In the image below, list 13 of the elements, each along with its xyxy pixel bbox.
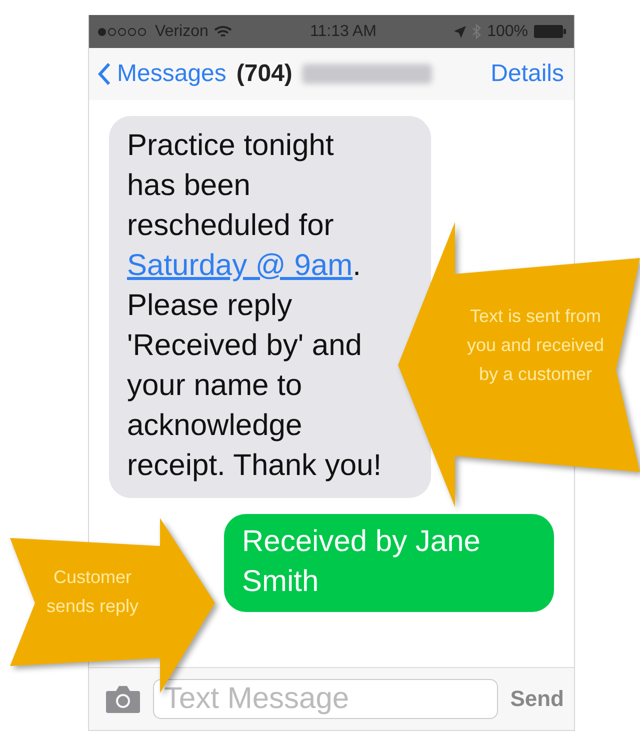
details-button[interactable]: Details [490, 60, 564, 88]
status-time: 11:13 AM [309, 22, 378, 40]
message-field[interactable]: Text Message [153, 679, 498, 719]
contact-title: (704) [236, 60, 292, 88]
send-button[interactable]: Send [510, 686, 564, 712]
carrier-name: Verizon [155, 22, 208, 40]
callout-text: Customer sends reply [45, 566, 140, 618]
message-text: Practice tonight has been rescheduled for Saturday @ 9am. Please reply 'Received by' and your name to acknowledge receipt. Thank you! [127, 128, 383, 484]
back-button[interactable]: Messages [97, 60, 226, 88]
date-link[interactable]: Saturday @ 9am [127, 249, 353, 282]
battery-percent: 100% [487, 22, 528, 40]
reply-bubble: Received by Jane Smith [224, 514, 554, 612]
callout-text: Text is sent from you and received by a customer [466, 305, 606, 386]
